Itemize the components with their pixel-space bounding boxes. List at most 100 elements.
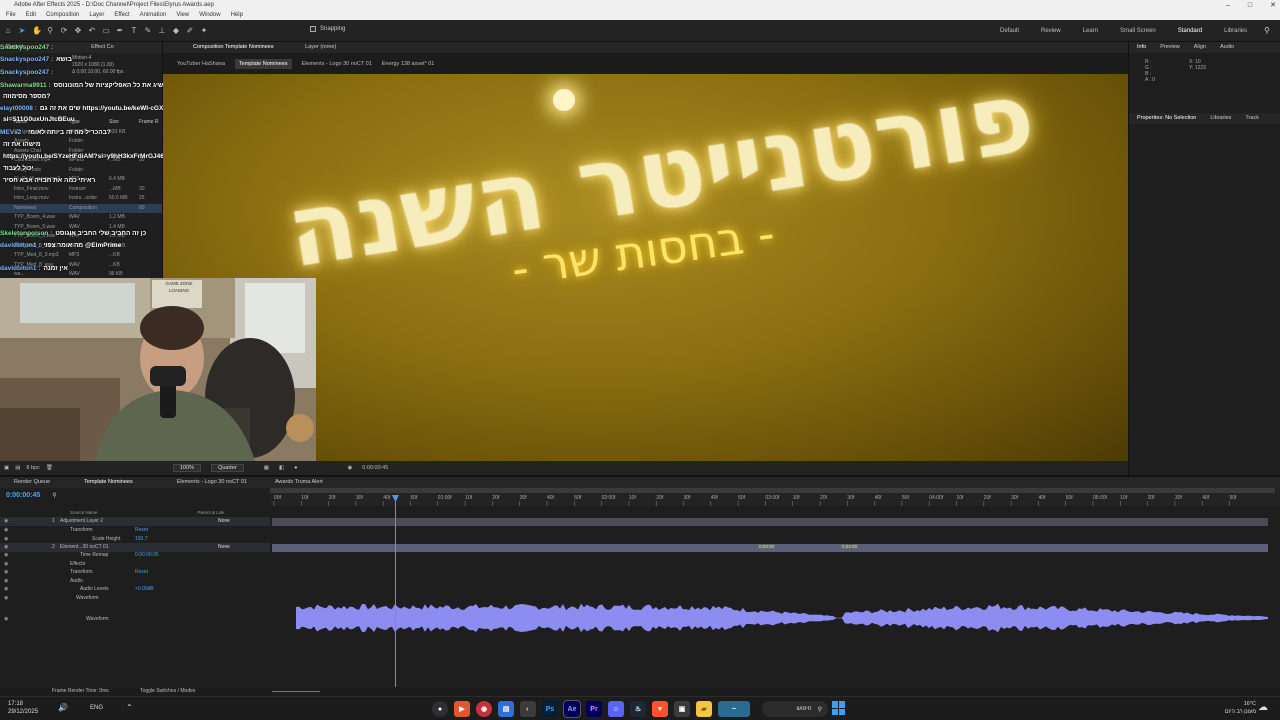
layer-name[interactable]: Adjustment Layer 2 — [60, 517, 103, 526]
layer-row[interactable]: ◉ Audio Levels +0.00dB — [0, 585, 270, 594]
layer-value[interactable]: +0.00dB — [135, 585, 154, 594]
brave-icon[interactable]: ▼ — [652, 701, 668, 717]
pan-tool-icon[interactable]: ✥ — [74, 26, 82, 35]
photoshop-icon[interactable]: Ps — [542, 701, 558, 717]
undo-icon[interactable]: ↶ — [88, 26, 96, 35]
snapping-toggle[interactable]: Snapping — [310, 26, 345, 32]
comp-tab-energy[interactable]: Energy 138 asset* 01 — [382, 61, 435, 67]
after-effects-icon[interactable]: Ae — [563, 700, 581, 718]
minimize-button[interactable]: – — [1226, 0, 1230, 11]
toggle-switches-modes[interactable]: Toggle Switches / Modes — [140, 688, 195, 694]
layer-value[interactable]: 0:00:00:05 — [135, 551, 159, 560]
layer-name[interactable]: Waveform — [86, 615, 109, 624]
steam-icon[interactable]: ♨ — [630, 701, 646, 717]
tab-render-queue[interactable]: Render Queue — [14, 477, 50, 488]
home-icon[interactable]: ⌂ — [4, 26, 12, 35]
visibility-eye-icon[interactable]: ◉ — [4, 585, 8, 594]
col-parent-link[interactable]: Parent & Link — [198, 510, 225, 515]
search-widget-icon[interactable]: ~ — [718, 701, 750, 717]
app-blue-doc-icon[interactable]: ▤ — [498, 701, 514, 717]
menu-effect[interactable]: Effect — [114, 11, 129, 20]
visibility-eye-icon[interactable]: ◉ — [4, 526, 8, 535]
language-indicator[interactable]: ENG — [90, 705, 103, 711]
workspace-review[interactable]: Review — [1041, 28, 1061, 34]
workspace-standard[interactable]: Standard — [1178, 28, 1202, 34]
timeline-timecode[interactable]: 0:00:00:45 — [6, 492, 40, 499]
workspace-default[interactable]: Default — [1000, 28, 1019, 34]
menu-edit[interactable]: Edit — [26, 11, 36, 20]
layer-bar[interactable] — [272, 518, 1268, 526]
layer-value[interactable]: Reset — [135, 526, 148, 535]
camera-icon[interactable]: ◉ — [347, 465, 352, 471]
app-red-icon[interactable]: ◉ — [476, 701, 492, 717]
file-explorer-icon[interactable]: ▰ — [696, 701, 712, 717]
workspace-learn[interactable]: Learn — [1083, 28, 1098, 34]
tab-preview[interactable]: Preview — [1160, 42, 1180, 53]
menu-window[interactable]: Window — [199, 11, 220, 20]
visibility-eye-icon[interactable]: ◉ — [4, 551, 8, 560]
layer-name[interactable]: Transform — [70, 526, 93, 535]
tab-awards-alert[interactable]: Awards Truma Alert — [275, 477, 323, 488]
tab-info[interactable]: Info — [1137, 42, 1146, 53]
hand-tool-icon[interactable]: ✋ — [32, 26, 42, 35]
workspace-small-screen[interactable]: Small Screen — [1120, 28, 1156, 34]
layer-row[interactable]: ◉ Transform Reset — [0, 568, 270, 577]
volume-icon[interactable]: 🔊 — [58, 703, 68, 712]
layer-name[interactable]: Waveform — [76, 594, 99, 603]
comp-tab-youtuber[interactable]: YouTuber HaShana — [177, 61, 225, 67]
visibility-eye-icon[interactable]: ◉ — [4, 517, 8, 526]
col-source-name[interactable]: Source Name — [70, 510, 98, 515]
layer-name[interactable]: Time Remap — [80, 551, 108, 560]
tab-template-nominees[interactable]: Template Nominees — [84, 477, 133, 488]
composition-panel-title[interactable]: Composition Template Nominees — [193, 44, 274, 50]
puppet-pin-icon[interactable]: ✦ — [200, 26, 208, 35]
layer-name[interactable]: Transform — [70, 568, 93, 577]
rectangle-tool-icon[interactable]: ▭ — [102, 26, 110, 35]
layer-value[interactable]: Reset — [135, 568, 148, 577]
pen-tool-icon[interactable]: ✒ — [116, 26, 124, 35]
search-help-icon[interactable]: ⚲ — [1264, 26, 1270, 35]
time-remap-keyframe[interactable]: 0;03:00 — [757, 544, 777, 549]
grid-icon[interactable]: ▦ — [264, 465, 269, 471]
menu-file[interactable]: File — [6, 11, 16, 20]
layer-row[interactable]: ◉ Waveform — [0, 594, 270, 603]
clock[interactable]: 17:18 29/12/2025 — [8, 700, 38, 716]
tab-libraries[interactable]: Libraries — [1210, 113, 1231, 124]
tab-align[interactable]: Align — [1194, 42, 1206, 53]
mask-icon[interactable]: ◧ — [279, 465, 284, 471]
workspace-libraries[interactable]: Libraries — [1224, 28, 1247, 34]
maximize-button[interactable]: □ — [1248, 0, 1252, 11]
zoom-slider[interactable] — [272, 691, 320, 692]
viewer-timecode[interactable]: 0:00:00:45 — [362, 465, 388, 471]
bpc-label[interactable]: 8 bpc — [26, 465, 39, 471]
layer-panel-tab[interactable]: Layer (none) — [305, 44, 336, 50]
tab-elements-logo[interactable]: Elements - Logo 30 noCT 01 — [177, 477, 247, 488]
store-icon[interactable]: ▣ — [674, 701, 690, 717]
layer-row[interactable]: ◉ 1 Adjustment Layer 2 None — [0, 517, 270, 526]
new-folder-icon[interactable]: ▣ — [4, 465, 9, 471]
brush-tool-icon[interactable]: ✎ — [144, 26, 152, 35]
visibility-eye-icon[interactable]: ◉ — [4, 615, 8, 624]
trash-icon[interactable]: 🗑 — [46, 465, 53, 471]
discord-icon[interactable]: ☺ — [608, 701, 624, 717]
layer-value[interactable]: None — [218, 517, 230, 526]
snapping-checkbox[interactable] — [310, 26, 316, 32]
clone-stamp-icon[interactable]: ⊥ — [158, 26, 166, 35]
orbit-tool-icon[interactable]: ⟳ — [60, 26, 68, 35]
premiere-icon[interactable]: Pr — [586, 701, 602, 717]
color-icon[interactable]: ● — [294, 465, 297, 471]
menu-layer[interactable]: Layer — [89, 11, 104, 20]
menu-animation[interactable]: Animation — [140, 11, 167, 20]
start-button[interactable] — [832, 701, 846, 715]
visibility-eye-icon[interactable]: ◉ — [4, 568, 8, 577]
tab-audio[interactable]: Audio — [1220, 42, 1234, 53]
new-comp-icon[interactable]: ▤ — [15, 465, 20, 471]
layer-row[interactable]: ◉ Waveform — [0, 615, 270, 624]
eraser-icon[interactable]: ◆ — [172, 26, 180, 35]
time-ruler[interactable]: 00f 10f 20f 30f 40f 50f 01:00f 10f 20f 30f 40f 50f 0… — [270, 488, 1280, 506]
chevron-up-icon[interactable]: ⌃ — [126, 703, 133, 712]
resolution-select[interactable]: Quarter — [211, 464, 244, 472]
layer-row[interactable]: ◉ Time Remap 0:00:00:05 — [0, 551, 270, 560]
visibility-eye-icon[interactable]: ◉ — [4, 594, 8, 603]
layer-name[interactable]: Audio Levels — [80, 585, 109, 594]
